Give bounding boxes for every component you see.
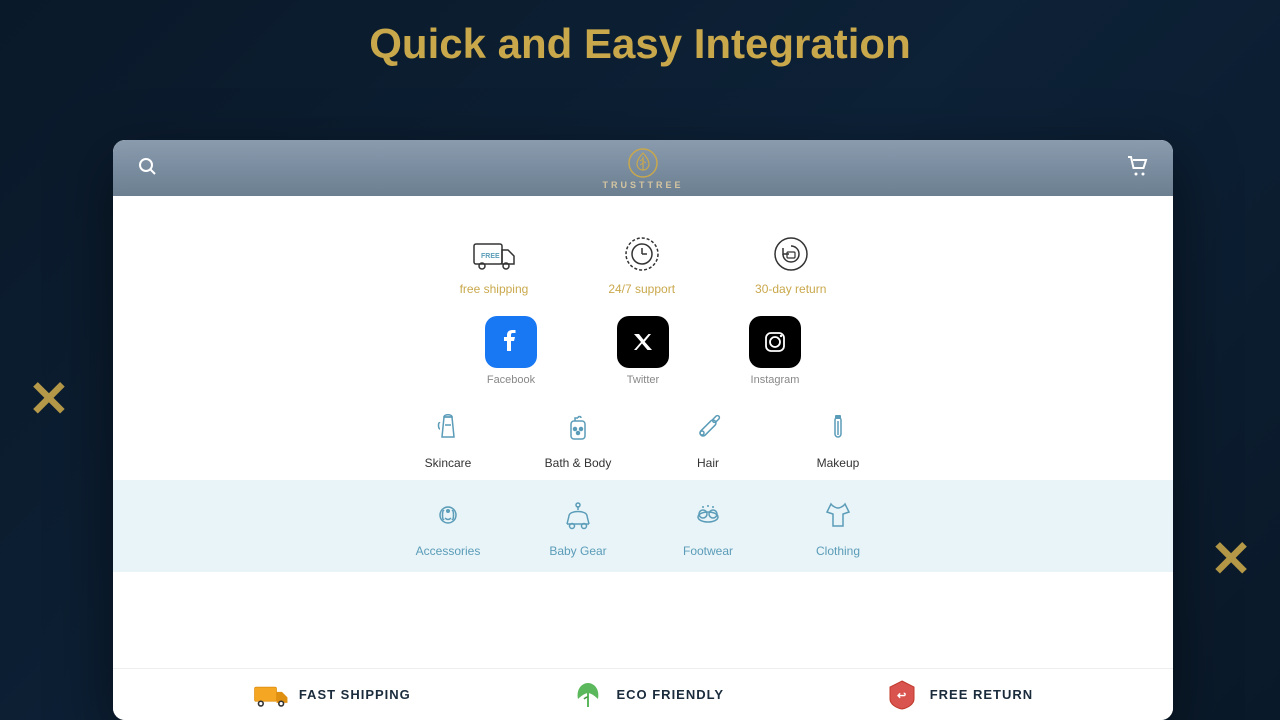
baby-gear-label: Baby Gear xyxy=(549,544,606,558)
social-twitter[interactable]: Twitter xyxy=(617,316,669,386)
svg-text:↩: ↩ xyxy=(897,690,906,702)
feature-return: 30-day return xyxy=(755,232,826,296)
twitter-label: Twitter xyxy=(627,374,659,386)
skincare-label: Skincare xyxy=(425,456,472,470)
skincare-icon xyxy=(427,406,469,448)
social-facebook[interactable]: Facebook xyxy=(485,316,537,386)
title-part2: Easy Integration xyxy=(584,20,911,67)
eco-friendly-badge-label: ECO FRIENDLY xyxy=(616,687,724,702)
makeup-label: Makeup xyxy=(817,456,860,470)
instagram-label: Instagram xyxy=(751,374,800,386)
feature-free-shipping: FREE free shipping xyxy=(460,232,529,296)
logo: TRUSTTREE xyxy=(603,147,684,190)
clothing-icon xyxy=(817,494,859,536)
makeup-icon xyxy=(817,406,859,448)
features-row: FREE free shipping 24/7 support xyxy=(143,216,1143,306)
facebook-label: Facebook xyxy=(487,374,535,386)
bottom-badges: FAST SHIPPING ECO FRIENDLY ↩ FREE RETUR xyxy=(113,668,1173,720)
social-instagram[interactable]: Instagram xyxy=(749,316,801,386)
page-title: Quick and Easy Integration xyxy=(0,20,1280,68)
free-shipping-label: free shipping xyxy=(460,282,529,296)
feature-support: 24/7 support xyxy=(608,232,675,296)
twitter-icon xyxy=(617,316,669,368)
main-content: FREE free shipping 24/7 support xyxy=(113,196,1173,592)
cart-icon[interactable] xyxy=(1127,156,1149,181)
browser-window: TRUSTTREE FREE xyxy=(113,140,1173,720)
category-footwear[interactable]: Footwear xyxy=(643,494,773,558)
clothing-label: Clothing xyxy=(816,544,860,558)
fast-shipping-badge-label: FAST SHIPPING xyxy=(299,687,411,702)
bath-body-label: Bath & Body xyxy=(545,456,612,470)
title-part1: Quick and xyxy=(369,20,584,67)
title-area: Quick and Easy Integration xyxy=(0,20,1280,68)
accessories-icon xyxy=(427,494,469,536)
facebook-icon xyxy=(485,316,537,368)
hair-icon xyxy=(687,406,729,448)
badge-fast-shipping: FAST SHIPPING xyxy=(253,677,411,713)
category-bath-body[interactable]: Bath & Body xyxy=(513,406,643,470)
x-left-decoration: ✕ xyxy=(28,370,70,428)
hair-label: Hair xyxy=(697,456,719,470)
instagram-icon xyxy=(749,316,801,368)
category-row-2-highlight: Accessories Baby Gear xyxy=(113,480,1173,572)
category-makeup[interactable]: Makeup xyxy=(773,406,903,470)
footwear-label: Footwear xyxy=(683,544,733,558)
logo-text: TRUSTTREE xyxy=(603,180,684,190)
accessories-label: Accessories xyxy=(416,544,481,558)
category-baby-gear[interactable]: Baby Gear xyxy=(513,494,643,558)
footwear-icon xyxy=(687,494,729,536)
support-label: 24/7 support xyxy=(608,282,675,296)
fast-shipping-badge-icon xyxy=(253,677,289,713)
category-row-1: Skincare Bath & Body xyxy=(143,396,1143,480)
category-clothing[interactable]: Clothing xyxy=(773,494,903,558)
badge-eco-friendly: ECO FRIENDLY xyxy=(570,677,724,713)
free-return-badge-icon: ↩ xyxy=(884,677,920,713)
x-right-decoration: ✕ xyxy=(1210,530,1252,588)
return-icon xyxy=(769,232,813,276)
eco-friendly-badge-icon xyxy=(570,677,606,713)
bath-body-icon xyxy=(557,406,599,448)
baby-gear-icon xyxy=(557,494,599,536)
svg-text:FREE: FREE xyxy=(481,253,500,260)
badge-free-return: ↩ FREE RETURN xyxy=(884,677,1033,713)
search-icon[interactable] xyxy=(137,156,157,181)
free-return-badge-label: FREE RETURN xyxy=(930,687,1033,702)
category-accessories[interactable]: Accessories xyxy=(383,494,513,558)
social-row: Facebook Twitter Instagr xyxy=(143,306,1143,396)
free-shipping-icon: FREE xyxy=(472,232,516,276)
category-hair[interactable]: Hair xyxy=(643,406,773,470)
category-skincare[interactable]: Skincare xyxy=(383,406,513,470)
support-icon xyxy=(620,232,664,276)
browser-navbar: TRUSTTREE xyxy=(113,140,1173,196)
return-label: 30-day return xyxy=(755,282,826,296)
